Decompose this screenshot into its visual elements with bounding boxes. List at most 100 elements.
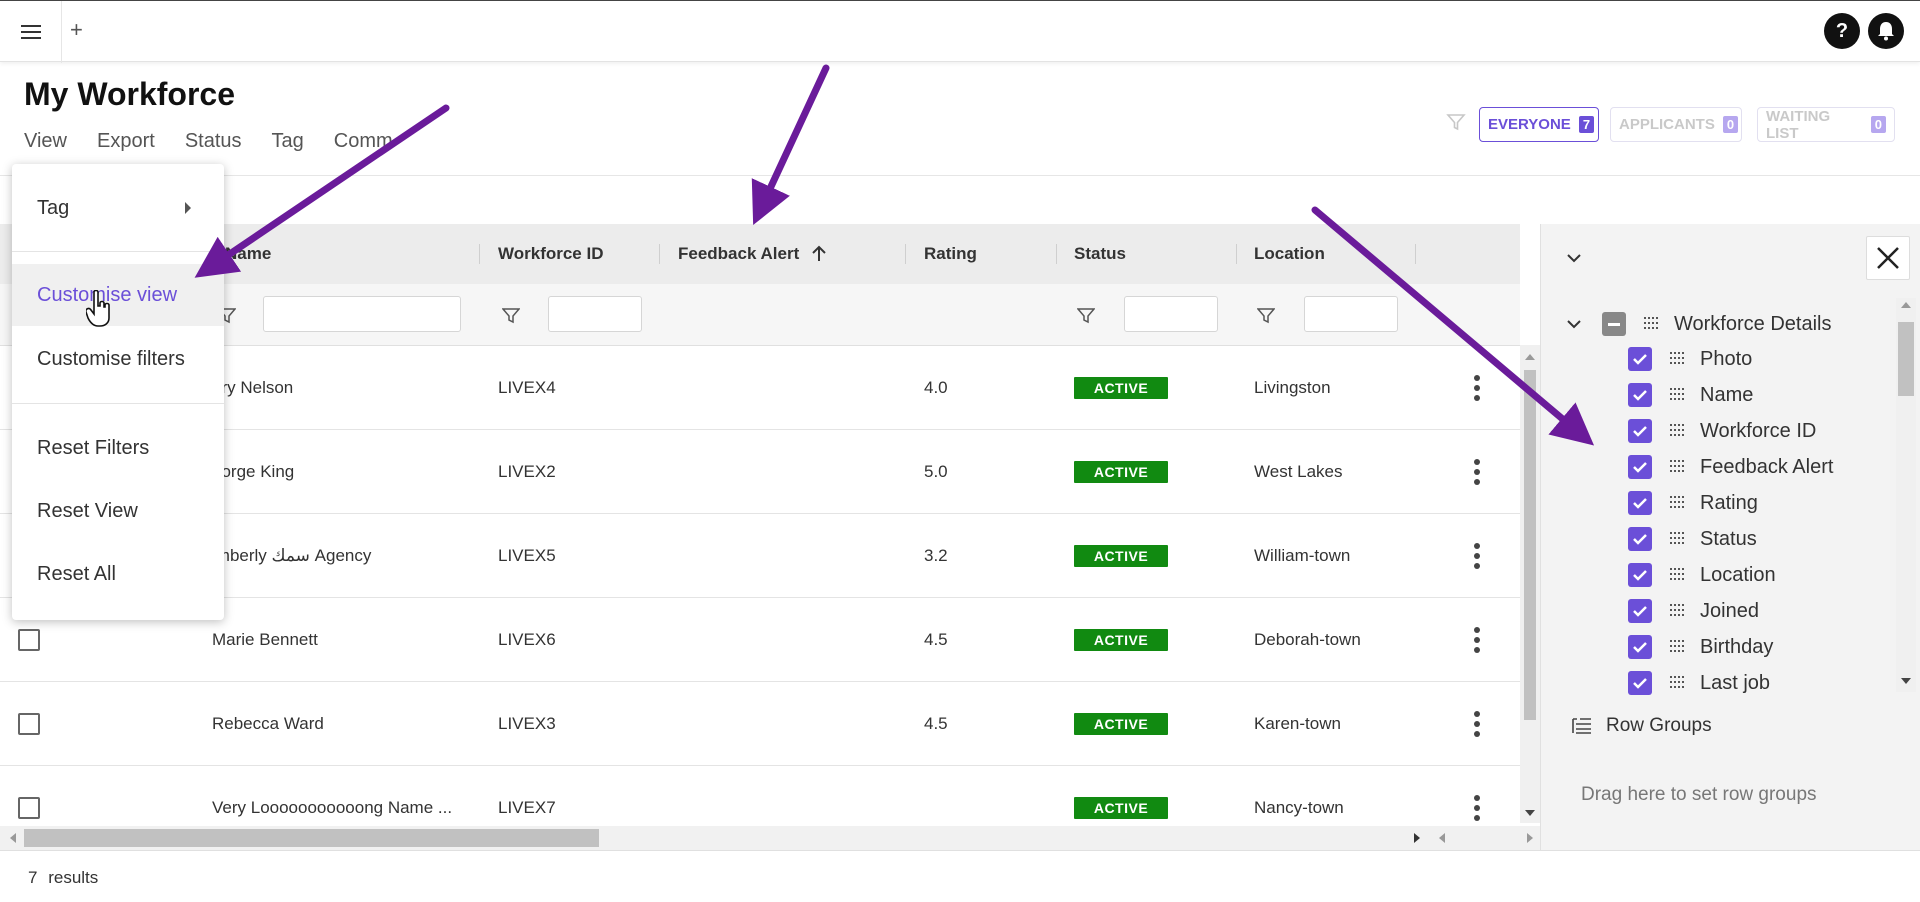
row-actions-icon[interactable] bbox=[1474, 543, 1480, 569]
drag-handle-icon[interactable] bbox=[1670, 604, 1686, 618]
chevron-down-icon[interactable] bbox=[1566, 318, 1582, 330]
column-header-feedback-alert[interactable]: Feedback Alert bbox=[678, 224, 827, 284]
row-actions-icon[interactable] bbox=[1474, 459, 1480, 485]
table-row[interactable]: Marie Bennett LIVEX6 4.5 ACTIVE Deborah-… bbox=[0, 598, 1520, 682]
column-separator[interactable] bbox=[479, 244, 480, 264]
help-button[interactable]: ? bbox=[1824, 13, 1860, 49]
column-header-status[interactable]: Status bbox=[1074, 224, 1126, 284]
row-groups-drop-zone[interactable]: Drag here to set row groups bbox=[1581, 784, 1817, 806]
drag-handle-icon[interactable] bbox=[1644, 317, 1660, 331]
chevron-down-icon[interactable] bbox=[1566, 252, 1582, 264]
column-group-workforce-details[interactable]: Workforce Details bbox=[1566, 306, 1831, 342]
column-checkbox[interactable] bbox=[1628, 347, 1652, 371]
column-checkbox[interactable] bbox=[1628, 527, 1652, 551]
column-toggle-photo[interactable]: Photo bbox=[1628, 341, 1752, 377]
row-actions-icon[interactable] bbox=[1474, 711, 1480, 737]
menu-item-reset-view[interactable]: Reset View bbox=[12, 480, 224, 542]
column-separator[interactable] bbox=[1056, 244, 1057, 264]
menu-item-customise-filters[interactable]: Customise filters bbox=[12, 328, 224, 390]
menu-status[interactable]: Status bbox=[185, 130, 242, 153]
add-tab-button[interactable]: + bbox=[70, 15, 90, 45]
column-toggle-last-job[interactable]: Last job bbox=[1628, 665, 1770, 701]
drag-handle-icon[interactable] bbox=[1670, 388, 1686, 402]
column-toggle-name[interactable]: Name bbox=[1628, 377, 1753, 413]
drag-handle-icon[interactable] bbox=[1670, 676, 1686, 690]
column-separator[interactable] bbox=[1415, 244, 1416, 264]
column-separator[interactable] bbox=[905, 244, 906, 264]
menu-view[interactable]: View bbox=[24, 130, 67, 153]
column-checkbox[interactable] bbox=[1628, 635, 1652, 659]
drag-handle-icon[interactable] bbox=[1670, 424, 1686, 438]
scroll-right-icon[interactable] bbox=[1412, 832, 1422, 844]
drag-handle-icon[interactable] bbox=[1670, 532, 1686, 546]
column-checkbox[interactable] bbox=[1628, 419, 1652, 443]
column-toggle-feedback-alert[interactable]: Feedback Alert bbox=[1628, 449, 1833, 485]
menu-item-tag[interactable]: Tag bbox=[12, 177, 224, 239]
scroll-right-icon[interactable] bbox=[1525, 832, 1535, 844]
column-separator[interactable] bbox=[1236, 244, 1237, 264]
hamburger-menu-button[interactable] bbox=[0, 1, 62, 63]
column-checkbox[interactable] bbox=[1628, 491, 1652, 515]
filter-icon[interactable] bbox=[1446, 112, 1466, 132]
column-separator[interactable] bbox=[659, 244, 660, 264]
row-checkbox[interactable] bbox=[18, 713, 40, 735]
row-actions-icon[interactable] bbox=[1474, 375, 1480, 401]
name-filter-input[interactable] bbox=[263, 296, 461, 332]
column-toggle-rating[interactable]: Rating bbox=[1628, 485, 1758, 521]
notifications-button[interactable] bbox=[1868, 13, 1904, 49]
table-row[interactable]: imberly سمك Agency LIVEX5 3.2 ACTIVE Wil… bbox=[0, 514, 1520, 598]
column-checkbox[interactable] bbox=[1628, 671, 1652, 695]
column-toggle-joined[interactable]: Joined bbox=[1628, 593, 1759, 629]
menu-item-customise-view[interactable]: Customise view bbox=[12, 264, 224, 326]
close-panel-button[interactable] bbox=[1866, 236, 1910, 280]
segment-waiting-list[interactable]: WAITING LIST 0 bbox=[1757, 107, 1895, 142]
grid-horizontal-scroll-thumb[interactable] bbox=[24, 829, 599, 847]
scroll-left-icon[interactable] bbox=[8, 832, 18, 844]
row-checkbox[interactable] bbox=[18, 797, 40, 819]
scroll-up-icon[interactable] bbox=[1524, 352, 1536, 362]
column-checkbox[interactable] bbox=[1628, 383, 1652, 407]
menu-comm[interactable]: Comm bbox=[334, 130, 393, 153]
drag-handle-icon[interactable] bbox=[1670, 352, 1686, 366]
drag-handle-icon[interactable] bbox=[1670, 568, 1686, 582]
row-checkbox[interactable] bbox=[18, 629, 40, 651]
column-header-name[interactable]: Name bbox=[225, 224, 271, 284]
scroll-left-icon[interactable] bbox=[1437, 832, 1447, 844]
segment-applicants[interactable]: APPLICANTS 0 bbox=[1610, 107, 1742, 142]
row-actions-icon[interactable] bbox=[1474, 627, 1480, 653]
menu-item-reset-all[interactable]: Reset All bbox=[12, 543, 224, 605]
group-checkbox-indeterminate[interactable] bbox=[1602, 312, 1626, 336]
column-toggle-birthday[interactable]: Birthday bbox=[1628, 629, 1773, 665]
menu-item-reset-filters[interactable]: Reset Filters bbox=[12, 417, 224, 479]
table-row[interactable]: Rebecca Ward LIVEX3 4.5 ACTIVE Karen-tow… bbox=[0, 682, 1520, 766]
column-toggle-status[interactable]: Status bbox=[1628, 521, 1757, 557]
scroll-down-icon[interactable] bbox=[1900, 676, 1912, 686]
drag-handle-icon[interactable] bbox=[1670, 460, 1686, 474]
column-toggle-workforce-id[interactable]: Workforce ID bbox=[1628, 413, 1816, 449]
row-actions-icon[interactable] bbox=[1474, 795, 1480, 821]
status-filter-input[interactable] bbox=[1124, 296, 1218, 332]
column-header-rating[interactable]: Rating bbox=[924, 224, 977, 284]
scroll-down-icon[interactable] bbox=[1524, 808, 1536, 818]
panel-vertical-scroll-thumb[interactable] bbox=[1898, 322, 1914, 396]
table-row[interactable]: ary Nelson LIVEX4 4.0 ACTIVE Livingston bbox=[0, 346, 1520, 430]
column-checkbox[interactable] bbox=[1628, 599, 1652, 623]
menu-tag[interactable]: Tag bbox=[272, 130, 304, 153]
grid-vertical-scroll-thumb[interactable] bbox=[1524, 370, 1536, 720]
workforce-id-filter-input[interactable] bbox=[548, 296, 642, 332]
filter-icon[interactable] bbox=[1077, 308, 1095, 324]
column-checkbox[interactable] bbox=[1628, 563, 1652, 587]
column-header-workforce-id[interactable]: Workforce ID bbox=[498, 224, 604, 284]
table-row[interactable]: eorge King LIVEX2 5.0 ACTIVE West Lakes bbox=[0, 430, 1520, 514]
scroll-up-icon[interactable] bbox=[1900, 300, 1912, 310]
column-header-location[interactable]: Location bbox=[1254, 224, 1325, 284]
menu-export[interactable]: Export bbox=[97, 130, 155, 153]
filter-icon[interactable] bbox=[502, 308, 520, 324]
drag-handle-icon[interactable] bbox=[1670, 640, 1686, 654]
drag-handle-icon[interactable] bbox=[1670, 496, 1686, 510]
column-toggle-location[interactable]: Location bbox=[1628, 557, 1776, 593]
segment-everyone[interactable]: EVERYONE 7 bbox=[1479, 107, 1599, 142]
column-checkbox[interactable] bbox=[1628, 455, 1652, 479]
location-filter-input[interactable] bbox=[1304, 296, 1398, 332]
filter-icon[interactable] bbox=[1257, 308, 1275, 324]
